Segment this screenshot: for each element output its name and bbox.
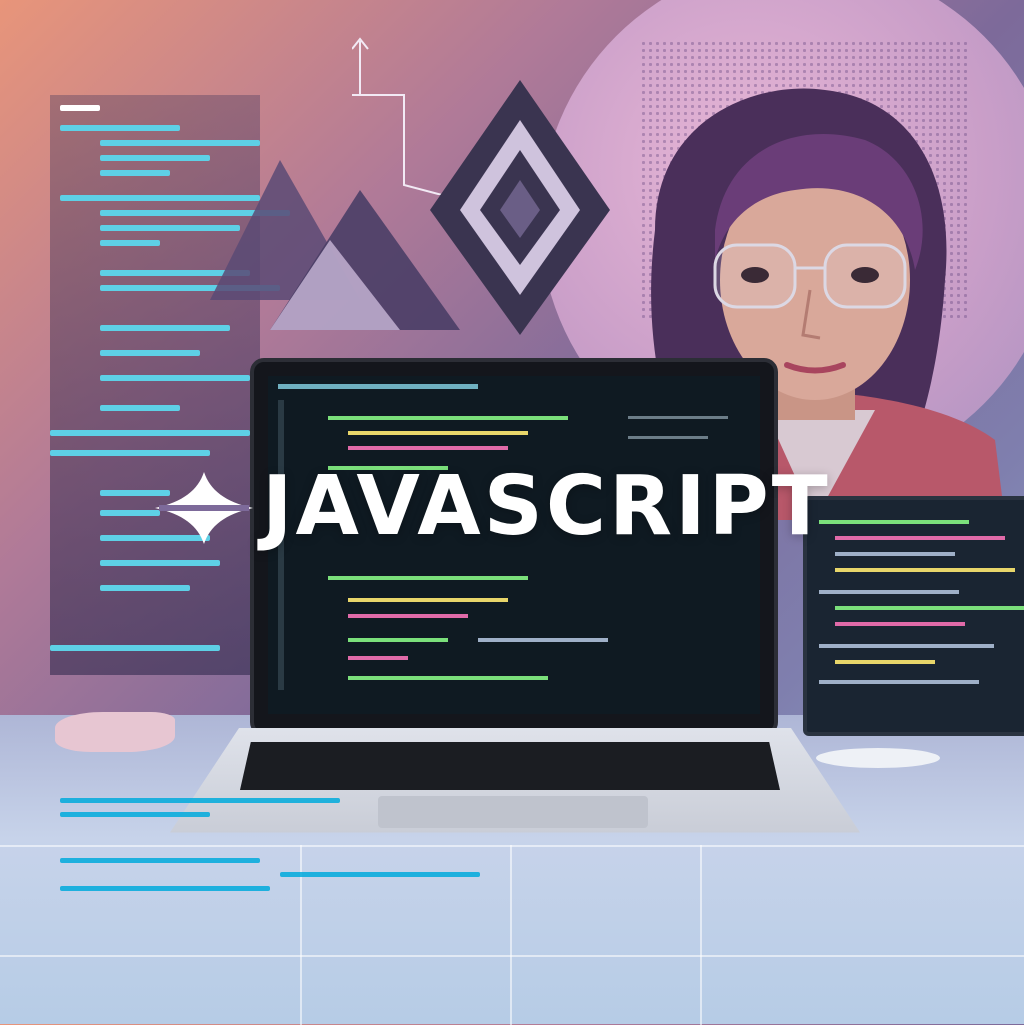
- code-line: [835, 660, 935, 664]
- code-line: [819, 680, 979, 684]
- code-line: [819, 644, 994, 648]
- code-line: [278, 384, 478, 389]
- code-line: [835, 552, 955, 556]
- code-line: [100, 510, 160, 516]
- keyboard: [240, 742, 780, 790]
- code-line: [60, 886, 270, 891]
- code-line: [348, 446, 508, 450]
- code-line: [348, 431, 528, 435]
- floor-seam: [700, 845, 702, 1025]
- code-line: [348, 656, 408, 660]
- code-line: [100, 155, 210, 161]
- code-line: [60, 858, 260, 863]
- code-line: [478, 638, 608, 642]
- code-line: [328, 416, 568, 420]
- mouse-icon: [816, 748, 940, 768]
- floating-code-lines: [0, 790, 500, 910]
- code-line: [628, 436, 708, 439]
- code-line: [348, 638, 448, 642]
- code-line: [100, 405, 180, 411]
- code-line: [60, 812, 210, 817]
- code-line: [100, 585, 190, 591]
- code-line: [835, 622, 965, 626]
- headline-title: JAVASCRIPT: [262, 459, 831, 554]
- code-line: [100, 560, 220, 566]
- code-line: [100, 140, 260, 146]
- code-line: [835, 568, 1015, 572]
- code-line: [819, 590, 959, 594]
- code-line: [100, 240, 160, 246]
- code-line: [100, 350, 200, 356]
- code-line: [60, 105, 100, 111]
- floor-seam: [510, 845, 512, 1025]
- code-line: [348, 676, 548, 680]
- code-line: [628, 416, 728, 419]
- hand: [55, 712, 175, 752]
- background-mountain-shapes: [210, 160, 460, 330]
- code-line: [100, 375, 250, 381]
- code-line: [348, 598, 508, 602]
- javascript-logo-icon: [155, 472, 253, 544]
- code-line: [280, 872, 480, 877]
- code-line: [50, 645, 220, 651]
- code-line: [60, 798, 340, 803]
- floor-seam: [0, 955, 1024, 957]
- code-line: [60, 125, 180, 131]
- code-line: [835, 606, 1024, 610]
- code-line: [328, 576, 528, 580]
- code-line: [50, 430, 250, 436]
- code-line: [348, 614, 468, 618]
- code-line: [100, 170, 170, 176]
- code-line: [50, 450, 210, 456]
